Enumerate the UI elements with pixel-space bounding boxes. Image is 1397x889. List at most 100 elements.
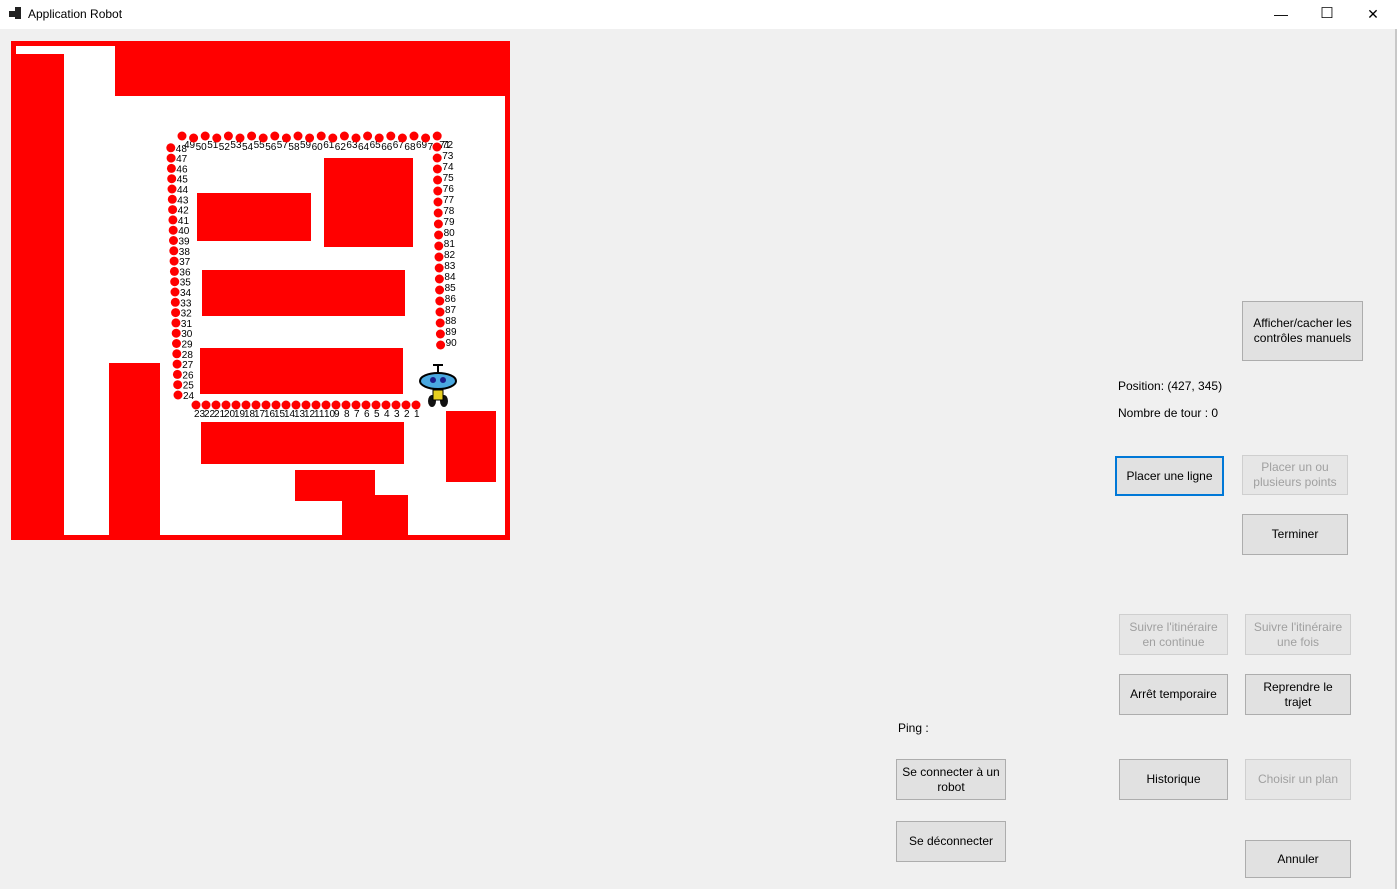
ping-label: Ping :: [898, 721, 929, 735]
toggle-manual-controls-button[interactable]: Afficher/cacher les contrôles manuels: [1242, 301, 1363, 361]
waypoint-label: 68: [404, 142, 416, 153]
waypoint-label: 89: [445, 327, 457, 338]
connect-robot-button[interactable]: Se connecter à un robot: [896, 759, 1006, 800]
waypoint-marker[interactable]: [434, 252, 444, 262]
waypoint-label: 85: [445, 283, 457, 294]
waypoint-label: 79: [443, 217, 455, 228]
waypoint-label: 45: [177, 175, 189, 186]
waypoint-label: 34: [180, 288, 192, 299]
waypoint-marker[interactable]: [434, 274, 444, 284]
waypoint-marker[interactable]: [169, 246, 179, 256]
waypoint-marker[interactable]: [168, 215, 178, 225]
waypoint-label: 62: [335, 142, 347, 153]
waypoint-label: 40: [178, 226, 190, 237]
map-obstacle: [342, 495, 408, 535]
waypoint-label: 82: [444, 250, 456, 261]
map-obstacle: [197, 193, 311, 241]
waypoint-marker[interactable]: [435, 307, 445, 317]
disconnect-button[interactable]: Se déconnecter: [896, 821, 1006, 862]
waypoint-marker[interactable]: [432, 164, 442, 174]
waypoint-label: 42: [178, 206, 190, 217]
waypoint-label: 47: [176, 154, 188, 165]
waypoint-label: 11: [314, 409, 325, 420]
follow-continuous-button[interactable]: Suivre l'itinéraire en continue: [1119, 614, 1228, 655]
finish-button[interactable]: Terminer: [1242, 514, 1348, 555]
waypoint-label: 43: [177, 195, 189, 206]
waypoint-marker[interactable]: [433, 208, 443, 218]
waypoint-label: 64: [358, 142, 370, 153]
maximize-button[interactable]: ☐: [1304, 0, 1350, 29]
waypoint-marker[interactable]: [432, 153, 442, 163]
history-button[interactable]: Historique: [1119, 759, 1228, 800]
waypoint-marker[interactable]: [169, 256, 179, 266]
waypoint-marker[interactable]: [173, 380, 183, 390]
waypoint-label: 8: [344, 409, 350, 420]
minimize-button[interactable]: —: [1258, 0, 1304, 29]
waypoint-marker[interactable]: [171, 318, 181, 328]
waypoint-marker[interactable]: [432, 142, 442, 152]
title-bar: Application Robot — ☐ ✕: [0, 0, 1397, 29]
waypoint-label: 10: [324, 409, 336, 420]
waypoint-marker[interactable]: [172, 359, 182, 369]
waypoint-marker[interactable]: [167, 174, 177, 184]
waypoint-marker[interactable]: [171, 308, 181, 318]
place-line-button[interactable]: Placer une ligne: [1115, 456, 1224, 496]
waypoint-marker[interactable]: [433, 197, 443, 207]
waypoint-marker[interactable]: [435, 318, 445, 328]
waypoint-marker[interactable]: [169, 236, 178, 245]
waypoint-label: 87: [445, 305, 457, 316]
waypoint-marker[interactable]: [434, 230, 444, 240]
waypoint-marker[interactable]: [166, 153, 176, 163]
waypoint-marker[interactable]: [434, 241, 444, 251]
waypoint-marker[interactable]: [166, 143, 176, 153]
waypoint-marker[interactable]: [433, 175, 443, 185]
map-obstacle: [200, 348, 403, 394]
waypoint-marker[interactable]: [169, 266, 179, 276]
waypoint-marker[interactable]: [168, 225, 178, 235]
waypoint-marker[interactable]: [433, 219, 443, 229]
waypoint-marker[interactable]: [170, 277, 180, 287]
waypoint-marker[interactable]: [170, 297, 180, 307]
waypoint-marker[interactable]: [170, 287, 180, 297]
waypoint-label: 7: [354, 409, 360, 420]
waypoint-marker[interactable]: [173, 390, 183, 400]
waypoint-label: 66: [381, 142, 393, 153]
waypoint-marker[interactable]: [167, 194, 177, 204]
map-canvas[interactable]: 1234567891011121314151617181920212223242…: [11, 41, 510, 540]
waypoint-marker[interactable]: [167, 184, 177, 194]
waypoint-marker[interactable]: [172, 339, 181, 348]
waypoint-label: 6: [364, 409, 370, 420]
waypoint-label: 36: [179, 267, 191, 278]
close-button[interactable]: ✕: [1350, 0, 1396, 29]
waypoint-marker[interactable]: [435, 296, 445, 306]
pause-button[interactable]: Arrêt temporaire: [1119, 674, 1228, 715]
waypoint-label: 56: [265, 142, 277, 153]
waypoint-label: 33: [180, 298, 192, 309]
waypoint-marker[interactable]: [435, 285, 445, 295]
waypoint-label: 44: [177, 185, 189, 196]
waypoint-label: 3: [394, 409, 400, 420]
waypoint-label: 81: [444, 239, 456, 250]
waypoint-label: 1: [414, 409, 420, 420]
waypoint-marker[interactable]: [434, 263, 444, 273]
waypoint-marker[interactable]: [171, 328, 181, 338]
waypoint-label: 58: [288, 142, 300, 153]
waypoint-label: 80: [444, 228, 456, 239]
waypoint-label: 77: [443, 195, 455, 206]
resume-button[interactable]: Reprendre le trajet: [1245, 674, 1351, 715]
cancel-button[interactable]: Annuler: [1245, 840, 1351, 878]
waypoint-marker[interactable]: [172, 369, 182, 379]
waypoint-marker[interactable]: [435, 329, 445, 339]
waypoint-marker[interactable]: [433, 186, 443, 196]
follow-once-button[interactable]: Suivre l'itinéraire une fois: [1245, 614, 1351, 655]
place-points-button[interactable]: Placer un ou plusieurs points: [1242, 455, 1348, 495]
waypoint-label: 30: [181, 329, 193, 340]
map-obstacle: [446, 411, 496, 482]
waypoint-marker[interactable]: [172, 349, 182, 359]
waypoint-marker[interactable]: [168, 205, 178, 215]
choose-plan-button[interactable]: Choisir un plan: [1245, 759, 1351, 800]
window-title: Application Robot: [28, 7, 123, 21]
waypoint-marker[interactable]: [436, 340, 446, 350]
waypoint-marker[interactable]: [166, 163, 176, 173]
map-obstacle: [16, 54, 64, 535]
